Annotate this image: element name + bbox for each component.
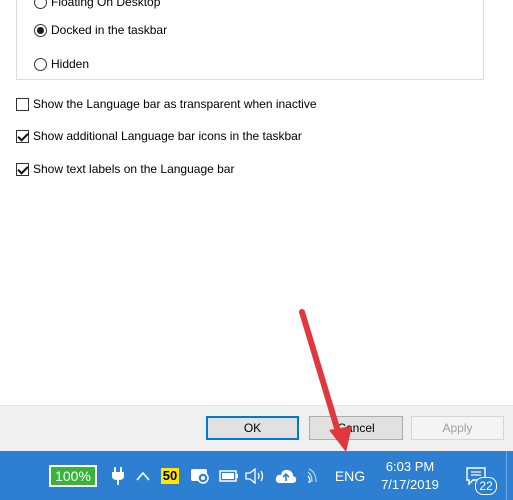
wifi-icon[interactable] [304, 451, 326, 500]
checkbox-additional-icons[interactable]: Show additional Language bar icons in th… [16, 128, 302, 144]
volume-icon[interactable] [244, 451, 268, 500]
radio-button[interactable] [34, 0, 47, 9]
show-desktop-button[interactable] [506, 451, 513, 500]
clock-date: 7/17/2019 [381, 476, 439, 492]
clock-time: 6:03 PM [385, 458, 435, 474]
radio-docked-in-taskbar[interactable]: Docked in the taskbar [34, 22, 167, 38]
radio-hidden[interactable]: Hidden [34, 56, 89, 72]
radio-label: Floating On Desktop [51, 0, 161, 9]
notification-count-badge: 22 [475, 477, 497, 495]
battery-icon[interactable] [218, 451, 240, 500]
checkbox-text-labels[interactable]: Show text labels on the Language bar [16, 161, 234, 177]
language-bar-settings-dialog: Floating On Desktop Docked in the taskba… [0, 0, 513, 452]
power-plug-icon[interactable] [108, 451, 128, 500]
chevron-up-icon[interactable] [134, 451, 152, 500]
tray-badge-value: 50 [160, 467, 180, 484]
radio-label: Docked in the taskbar [51, 23, 168, 37]
battery-percent-label: 100% [49, 464, 97, 487]
radio-label: Hidden [51, 57, 90, 71]
radio-button[interactable] [34, 23, 47, 37]
dialog-footer: OK Cancel Apply [0, 405, 513, 452]
taskbar: 100% 50 ENG 6:03 PM 7/17/2019 22 [0, 451, 513, 500]
ok-button[interactable]: OK [206, 416, 299, 440]
checkbox[interactable] [16, 162, 29, 176]
checkbox-transparent-when-inactive[interactable]: Show the Language bar as transparent whe… [16, 96, 317, 112]
radio-floating-on-desktop[interactable]: Floating On Desktop [34, 0, 160, 10]
checkbox-label: Show text labels on the Language bar [33, 162, 235, 176]
chat-app-icon[interactable] [188, 451, 212, 500]
cancel-button[interactable]: Cancel [309, 416, 403, 440]
clock[interactable]: 6:03 PM 7/17/2019 [378, 451, 442, 500]
apply-button: Apply [411, 416, 504, 440]
checkbox-label: Show additional Language bar icons in th… [33, 129, 302, 143]
radio-button[interactable] [34, 57, 47, 71]
checkbox[interactable] [16, 97, 29, 111]
battery-percent-indicator[interactable]: 100% [44, 451, 102, 500]
tray-app-badge[interactable]: 50 [158, 451, 182, 500]
cloud-upload-icon[interactable] [274, 451, 298, 500]
language-indicator[interactable]: ENG [330, 451, 370, 500]
checkbox-label: Show the Language bar as transparent whe… [33, 97, 317, 111]
checkbox[interactable] [16, 129, 29, 143]
